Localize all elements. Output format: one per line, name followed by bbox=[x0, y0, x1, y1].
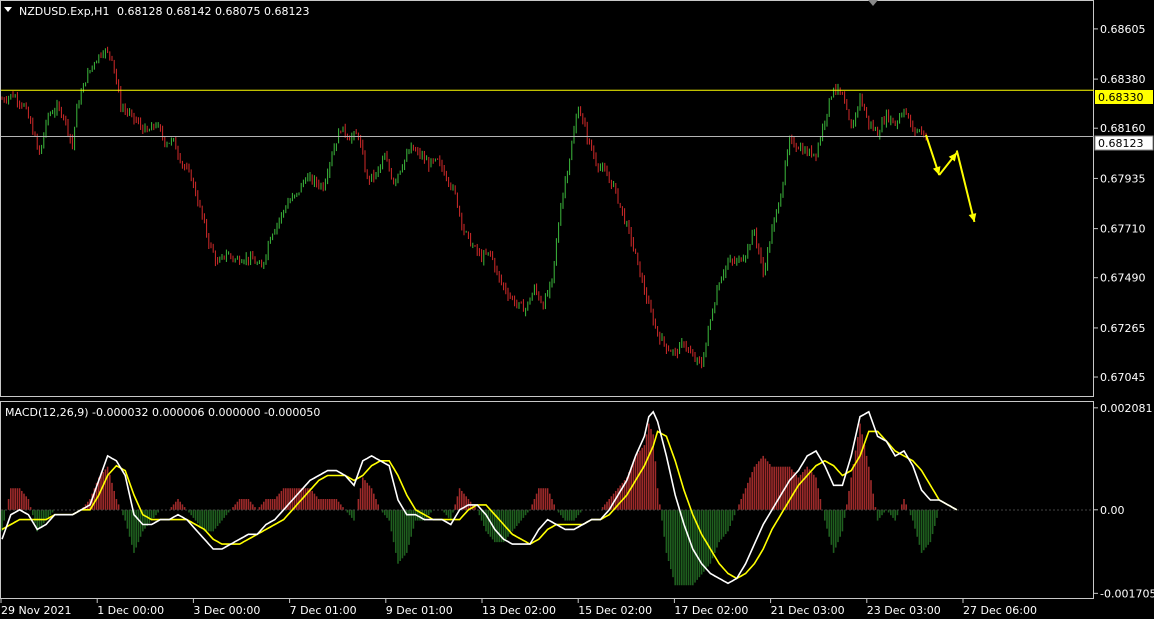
svg-text:0.68123: 0.68123 bbox=[1098, 137, 1144, 150]
price-tick-label: 0.68160 bbox=[1100, 122, 1146, 135]
price-tick-label: 0.67265 bbox=[1100, 322, 1146, 335]
price-tick-label: 0.67710 bbox=[1100, 223, 1146, 236]
macd-tick-label: 0.00 bbox=[1100, 504, 1125, 517]
ohlc-values: 0.68128 0.68142 0.68075 0.68123 bbox=[117, 5, 309, 18]
chart-canvas[interactable]: 0.68605 0.68380 0.68160 0.67935 0.67710 0.674… bbox=[0, 0, 1154, 619]
resistance-price-tag: 0.68330 bbox=[1095, 90, 1153, 104]
time-tick-label: 9 Dec 01:00 bbox=[386, 604, 453, 617]
time-tick-label: 15 Dec 02:00 bbox=[578, 604, 652, 617]
price-tick-label: 0.67045 bbox=[1100, 371, 1146, 384]
macd-header: MACD(12,26,9) -0.000032 0.000006 0.00000… bbox=[5, 406, 320, 419]
price-tick-label: 0.67490 bbox=[1100, 272, 1146, 285]
price-tick-label: 0.68380 bbox=[1100, 73, 1146, 86]
svg-text:0.68330: 0.68330 bbox=[1098, 91, 1144, 104]
macd-tick-label: 0.002081 bbox=[1100, 402, 1153, 415]
time-tick-label: 17 Dec 02:00 bbox=[674, 604, 748, 617]
time-tick-label: 1 Dec 00:00 bbox=[97, 604, 164, 617]
time-tick-label: 21 Dec 03:00 bbox=[771, 604, 845, 617]
time-tick-label: 27 Dec 06:00 bbox=[963, 604, 1037, 617]
time-tick-label: 13 Dec 02:00 bbox=[482, 604, 556, 617]
symbol-label: NZDUSD.Exp,H1 bbox=[19, 5, 109, 18]
bid-price-tag: 0.68123 bbox=[1094, 135, 1154, 151]
price-tick-label: 0.67935 bbox=[1100, 172, 1146, 185]
price-tick-label: 0.68605 bbox=[1100, 23, 1146, 36]
time-tick-label: 3 Dec 00:00 bbox=[193, 604, 260, 617]
time-tick-label: 29 Nov 2021 bbox=[1, 604, 71, 617]
time-tick-label: 23 Dec 03:00 bbox=[867, 604, 941, 617]
macd-tick-label: -0.001705 bbox=[1100, 587, 1154, 600]
time-tick-label: 7 Dec 01:00 bbox=[290, 604, 357, 617]
